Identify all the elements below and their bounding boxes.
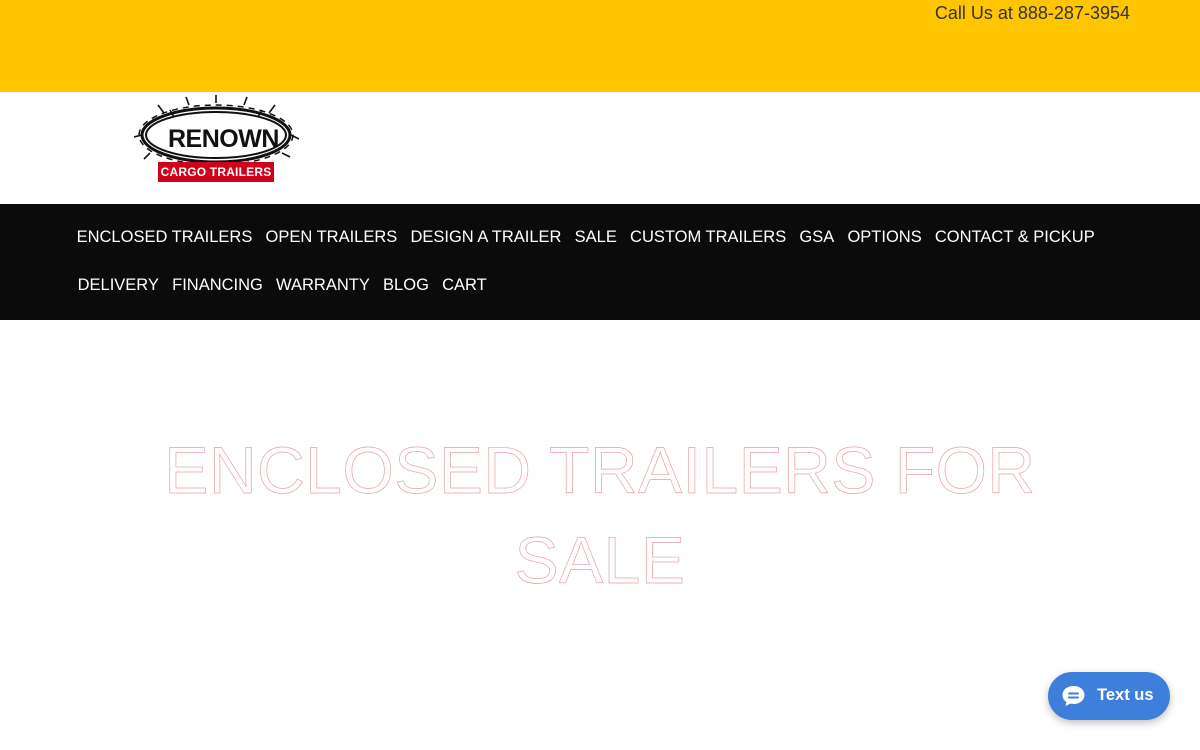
text-us-label: Text us xyxy=(1097,686,1154,704)
logo-wordmark: RENOWN xyxy=(168,125,279,153)
top-bar: Call Us at 888-287-3954 xyxy=(0,0,1200,92)
nav-item-custom-trailers[interactable]: CUSTOM TRAILERS xyxy=(623,228,792,247)
logo-subtitle: CARGO TRAILERS xyxy=(158,162,274,182)
text-us-button[interactable]: Text us xyxy=(1048,672,1170,720)
nav-item-gsa[interactable]: GSA xyxy=(793,228,841,247)
nav-item-financing[interactable]: FINANCING xyxy=(166,276,270,295)
nav-item-contact-pickup[interactable]: CONTACT & PICKUP xyxy=(928,228,1101,247)
nav-item-delivery[interactable]: DELIVERY xyxy=(71,276,166,295)
nav-item-design-a-trailer[interactable]: DESIGN A TRAILER xyxy=(404,228,568,247)
nav-item-options[interactable]: OPTIONS xyxy=(841,228,928,247)
nav-item-enclosed-trailers[interactable]: ENCLOSED TRAILERS xyxy=(70,228,259,247)
nav-item-open-trailers[interactable]: OPEN TRAILERS xyxy=(259,228,404,247)
nav-item-sale[interactable]: SALE xyxy=(568,228,623,247)
chat-bubble-icon xyxy=(1062,686,1085,706)
nav-row-1: ENCLOSED TRAILERS OPEN TRAILERS DESIGN A… xyxy=(70,213,1101,261)
nav-item-blog[interactable]: BLOG xyxy=(376,276,435,295)
nav-item-cart[interactable]: CART xyxy=(436,276,494,295)
hero-title: ENCLOSED TRAILERS FOR SALE xyxy=(164,433,1036,598)
nav-row-2: DELIVERY FINANCING WARRANTY BLOG CART xyxy=(71,261,493,309)
phone-number-link[interactable]: Call Us at 888-287-3954 xyxy=(935,3,1130,24)
nav-item-warranty[interactable]: WARRANTY xyxy=(269,276,376,295)
